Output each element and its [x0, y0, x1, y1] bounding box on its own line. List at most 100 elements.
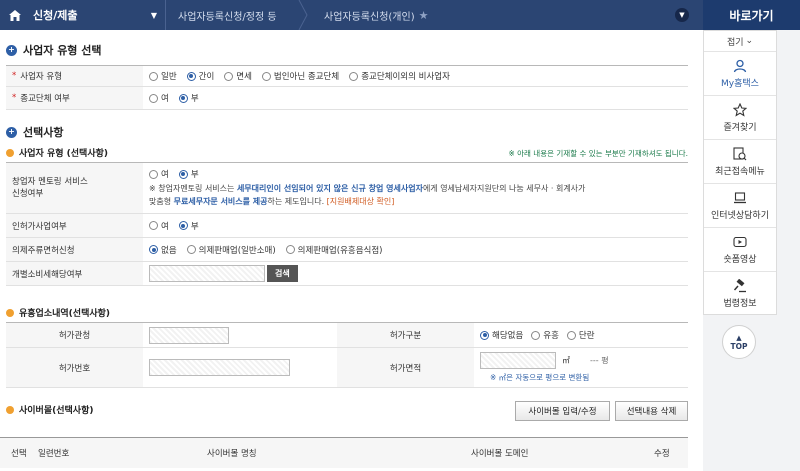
delete-selection-button[interactable]: 선택내용 삭제 [615, 401, 688, 421]
menu-dropdown[interactable]: 신청/제출 ▼ [30, 7, 165, 23]
field-label: 허가번호 [6, 348, 143, 387]
subsection-title-text: 사업자 유형 (선택사항) [19, 149, 109, 159]
subsection-title: 사이버몰(선택사항) [6, 403, 93, 416]
radio-dallan[interactable]: 단란 [566, 329, 595, 341]
radio-no[interactable]: 부 [178, 168, 199, 180]
column-serial: 일련번호 [38, 449, 70, 459]
radio-group: 여 부 [143, 92, 199, 104]
radio-exempt[interactable]: 면세 [224, 70, 252, 82]
form-row-permit: 인허가사업여부 여 부 [6, 214, 688, 238]
chevron-right-icon [298, 0, 308, 30]
field-label-text: 창업자 멘토링 서비스 [12, 177, 88, 187]
radio-religious[interactable]: 법인아닌 종교단체 [261, 70, 339, 82]
home-button[interactable] [0, 0, 30, 30]
sidebar-item-shortform[interactable]: 숏폼영상 [704, 228, 776, 272]
radio-retail[interactable]: 의제판매업(일반소매) [186, 244, 276, 256]
radio-not-applicable[interactable]: 해당없음 [480, 329, 523, 341]
video-icon [733, 236, 747, 247]
field-label: 허가면적 [337, 348, 474, 387]
radio-none[interactable]: 없음 [149, 244, 177, 256]
field-label: * 사업자 유형 [6, 66, 143, 86]
radio-no[interactable]: 부 [178, 220, 199, 232]
field-value [143, 348, 337, 387]
bullet-icon [6, 148, 14, 157]
mentoring-description: ※ 창업자멘토링 서비스는 세무대리인이 선임되어 있지 않은 신규 창업 영세… [149, 184, 586, 206]
sidebar-item-law[interactable]: 법령정보 [704, 272, 776, 316]
field-value: 여 부 ※ 창업자멘토링 서비스는 세무대리인이 선임되어 있지 않은 신규 창… [143, 163, 585, 213]
radio-group: 해당없음 유흥 단란 [474, 323, 688, 347]
radio-yes[interactable]: 여 [149, 168, 169, 180]
person-icon [733, 59, 747, 72]
cybermall-table-header: 선택 일련번호 사이버몰 명칭 사이버몰 도메인 수정 [0, 437, 688, 468]
form-row-permit-office: 허가관청 허가구분 해당없음 유흥 단란 [6, 322, 688, 348]
sidebar-item-recent[interactable]: 최근접속메뉴 [704, 140, 776, 184]
breadcrumb-current-label: 사업자등록신청(개인) [324, 11, 415, 23]
radio-non-business[interactable]: 종교단체이외의 비사업자 [349, 70, 450, 82]
scroll-top-button[interactable]: ▲ TOP [722, 325, 756, 359]
sidebar-item-label: 즐겨찾기 [723, 122, 757, 133]
radio-simple[interactable]: 간이 [186, 70, 214, 82]
section-title: + 사업자 유형 선택 [6, 42, 102, 58]
form-row-mentoring: 창업자 멘토링 서비스 신청여부 여 부 ※ 창업자멘토링 서비스는 세무대리인… [6, 162, 688, 214]
field-value [143, 323, 337, 347]
field-label-text: 신청여부 [12, 189, 44, 199]
field-label: 허가관청 [6, 323, 143, 347]
radio-entertainment[interactable]: 의제판매업(유흥음식점) [285, 244, 383, 256]
menu-label: 신청/제출 [33, 9, 78, 22]
radio-general[interactable]: 일반 [149, 70, 177, 82]
sidebar-title: 바로가기 [703, 0, 800, 30]
sidebar-item-favorites[interactable]: 즐겨찾기 [704, 96, 776, 140]
laptop-icon [734, 191, 746, 203]
gavel-icon [733, 279, 746, 293]
bullet-icon [6, 405, 14, 414]
breadcrumb-item[interactable]: 사업자등록신청/정정 등 [166, 8, 306, 23]
radio-group: 여 부 [149, 168, 585, 180]
sidebar-item-consult[interactable]: 인터넷상담하기 [704, 184, 776, 228]
form-row-religious: * 종교단체 여부 여 부 [6, 87, 688, 110]
radio-group: 없음 의제판매업(일반소매) 의제판매업(유흥음식점) [143, 244, 383, 256]
permit-office-input[interactable] [149, 326, 229, 344]
area-pyeong: --- 평 [590, 356, 609, 365]
subsection-title-text: 유흥업소내역(선택사항) [19, 309, 111, 319]
permit-area-input[interactable] [480, 352, 556, 369]
search-button[interactable]: 검색 [267, 265, 298, 282]
chevron-down-icon[interactable]: ▼ [675, 8, 689, 22]
sidebar-item-label: My홈택스 [721, 78, 759, 89]
section-title-text: 선택사항 [23, 126, 64, 139]
field-value: 검색 [143, 265, 298, 282]
fold-button[interactable]: 접기 ⌄ [704, 31, 776, 52]
permit-number-input[interactable] [149, 359, 290, 376]
form-row-excise: 개별소비세해당여부 검색 [6, 262, 688, 286]
radio-entertainment[interactable]: 유흥 [531, 329, 559, 341]
section-title-text: 사업자 유형 선택 [23, 44, 102, 57]
field-label-text: 사업자 유형 [20, 72, 63, 82]
excise-input[interactable] [149, 265, 265, 282]
field-label: 개별소비세해당여부 [6, 262, 143, 285]
sidebar-item-my-hometax[interactable]: My홈택스 [704, 52, 776, 96]
breadcrumb-current[interactable]: 사업자등록신청(개인) ★ [308, 8, 428, 23]
field-label: 허가구분 [337, 323, 474, 347]
triangle-down-icon: ▼ [150, 10, 157, 20]
section-title: + 선택사항 [6, 124, 63, 140]
sidebar-item-label: 최근접속메뉴 [715, 166, 765, 177]
top-label: TOP [730, 341, 748, 351]
help-note: ※ 아래 내용은 기재할 수 있는 부분만 기재하셔도 됩니다. [508, 149, 688, 158]
column-edit: 수정 [654, 449, 670, 459]
column-select: 선택 [11, 449, 27, 459]
form-row-business-type: * 사업자 유형 일반 간이 면세 법인아닌 종교단체 종교단체이외의 비사업자 [6, 65, 688, 87]
field-label: 창업자 멘토링 서비스 신청여부 [6, 163, 143, 213]
exclusion-check-link[interactable]: [지원배제대상 확인] [327, 197, 395, 206]
radio-yes[interactable]: 여 [149, 220, 169, 232]
chevron-down-icon: ⌄ [745, 36, 754, 46]
required-mark: * [12, 71, 17, 81]
cybermall-input-button[interactable]: 사이버몰 입력/수정 [515, 401, 610, 421]
favorite-star-icon[interactable]: ★ [419, 9, 429, 22]
sidebar-item-label: 숏폼영상 [723, 254, 757, 265]
radio-yes[interactable]: 여 [149, 92, 169, 104]
form-row-liquor: 의제주류면허신청 없음 의제판매업(일반소매) 의제판매업(유흥음식점) [6, 238, 688, 262]
field-value: ㎡ --- 평 ※ ㎡은 자동으로 평으로 변환됨 [474, 348, 688, 387]
radio-no[interactable]: 부 [178, 92, 199, 104]
column-mall-domain: 사이버몰 도메인 [471, 449, 529, 459]
area-unit: ㎡ [562, 356, 570, 365]
column-mall-name: 사이버몰 명칭 [207, 449, 257, 459]
